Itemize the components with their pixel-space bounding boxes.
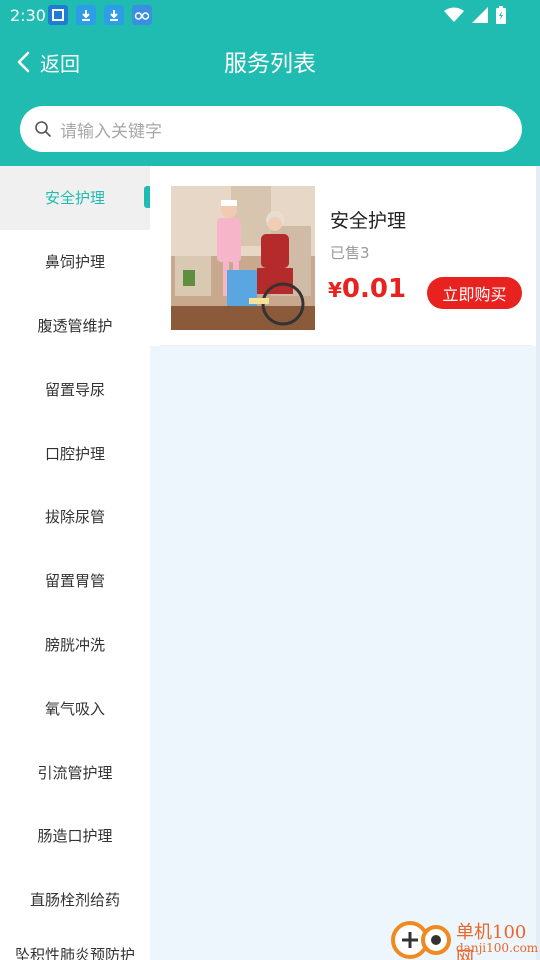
sidebar-item-label: 拔除尿管 [44,508,105,527]
sidebar-item-label: 肠造口护理 [37,827,113,846]
sidebar-item-safety-care[interactable]: 安全护理 [0,166,150,230]
watermark-url: danji100.com [456,941,539,955]
sidebar-item-label: 腹透管维护 [37,316,113,335]
sidebar-item-drainage-tube[interactable]: 引流管护理 [0,740,150,804]
top-bar: 2:30 返回 服务列表 请输入关键字 [0,0,540,166]
glasses-icon [132,5,152,25]
sidebar-item-label: 留置导尿 [44,380,105,399]
sidebar-item-label: 直肠栓剂给药 [29,891,120,910]
system-icons [444,6,506,24]
sidebar-item-oral-care[interactable]: 口腔护理 [0,421,150,485]
status-time: 2:30 [10,6,46,25]
search-icon [35,121,51,137]
product-price: ¥0.01 [328,274,406,304]
app-notification-icon [48,5,68,25]
sidebar-item-dialysis-tube[interactable]: 腹透管维护 [0,294,150,358]
page-title: 服务列表 [224,51,316,77]
signal-icon [472,7,488,23]
product-image [171,186,315,330]
watermark-logo: 单机100网 danji100.com [388,914,540,960]
product-card[interactable]: 安全护理 已售3 ¥0.01 立即购买 [150,166,536,346]
currency-symbol: ¥ [328,278,342,302]
search-input[interactable]: 请输入关键字 [20,106,522,152]
sidebar-item-label: 留置胃管 [44,572,105,591]
sidebar-item-gastric-tube[interactable]: 留置胃管 [0,549,150,613]
sidebar-item-label: 口腔护理 [44,444,105,463]
sidebar-item-label: 鼻饲护理 [44,253,105,272]
sidebar-item-label: 安全护理 [44,189,105,208]
sidebar-item-catheter-removal[interactable]: 拔除尿管 [0,485,150,549]
category-sidebar: 安全护理 鼻饲护理 腹透管维护 留置导尿 口腔护理 拔除尿管 留置胃管 膀胱冲洗… [0,166,150,960]
sidebar-item-label: 坠积性肺炎预防护 [14,945,135,960]
product-list: 安全护理 已售3 ¥0.01 立即购买 [150,166,540,960]
sidebar-item-label: 膀胱冲洗 [44,635,105,654]
watermark-icon [391,921,451,959]
sidebar-item-label: 氧气吸入 [44,699,105,718]
sidebar-item-pneumonia-prevention[interactable]: 坠积性肺炎预防护 [0,932,150,960]
divider [160,345,532,346]
product-sold-count: 已售3 [330,244,370,262]
download-icon [76,5,96,25]
sidebar-item-catheterization[interactable]: 留置导尿 [0,357,150,421]
sidebar-item-label: 引流管护理 [37,763,113,782]
price-value: 0.01 [341,274,407,304]
battery-icon [496,6,506,24]
sidebar-item-rectal-suppository[interactable]: 直肠栓剂给药 [0,868,150,932]
download-icon [104,5,124,25]
product-name: 安全护理 [330,210,407,232]
scroll-edge [536,166,540,960]
sidebar-item-nasal-feeding[interactable]: 鼻饲护理 [0,230,150,294]
sidebar-item-bladder-irrigation[interactable]: 膀胱冲洗 [0,613,150,677]
sidebar-item-stoma-care[interactable]: 肠造口护理 [0,804,150,868]
wifi-icon [444,7,464,22]
buy-now-button[interactable]: 立即购买 [427,277,522,309]
sidebar-item-oxygen-inhalation[interactable]: 氧气吸入 [0,676,150,740]
notification-icons [48,5,152,27]
status-bar: 2:30 [0,0,540,32]
search-placeholder: 请输入关键字 [60,121,162,142]
